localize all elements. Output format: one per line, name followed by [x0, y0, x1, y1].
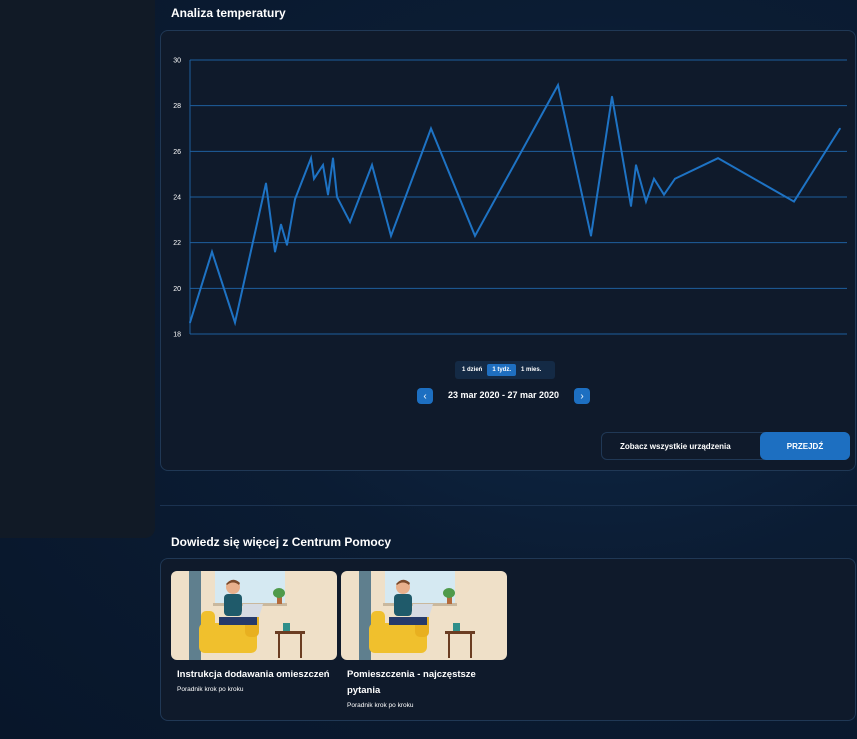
data-point [430, 127, 432, 130]
y-tick-label: 20 [173, 286, 181, 293]
range-day-button[interactable]: 1 dzień [457, 364, 487, 376]
help-center-card: Instrukcja dodawania omieszczeń Poradnik… [160, 558, 856, 721]
temperature-card: 30 28 26 24 22 20 18 1 dzień 1 tydz. 1 mies. ‹… [160, 30, 856, 471]
article-title: Instrukcja dodawania omieszczeń [177, 669, 330, 680]
all-devices-bar: Zobacz wszystkie urządzenia PRZEJDŹ [601, 432, 850, 460]
date-range-label: 23 mar 2020 - 27 mar 2020 [447, 390, 560, 400]
section-divider [160, 505, 857, 506]
data-point [313, 177, 315, 180]
previous-period-button[interactable]: ‹ [417, 388, 433, 404]
data-point [653, 177, 655, 180]
help-article-card[interactable]: Pomieszczenia - najczęstsze pytania Pora… [341, 571, 507, 709]
all-devices-label: Zobacz wszystkie urządzenia [620, 442, 731, 451]
data-point [234, 321, 236, 324]
data-point [611, 95, 613, 98]
help-article-card[interactable]: Instrukcja dodawania omieszczeń Poradnik… [171, 571, 337, 693]
data-point [211, 251, 213, 253]
data-point [630, 205, 632, 207]
temperature-chart: 30 28 26 24 22 20 18 [173, 58, 847, 339]
y-tick-label: 18 [173, 332, 181, 339]
data-point [371, 164, 373, 166]
sidebar [0, 0, 155, 538]
data-point [557, 84, 559, 86]
data-point [717, 157, 719, 159]
range-month-button[interactable]: 1 mies. [516, 364, 546, 376]
data-point [349, 221, 351, 223]
next-period-button[interactable]: › [574, 388, 590, 404]
data-point [645, 200, 647, 203]
article-thumbnail [171, 571, 337, 660]
data-point [327, 193, 329, 196]
data-point [189, 321, 191, 324]
range-week-button[interactable]: 1 tydz. [487, 364, 517, 376]
data-point [265, 182, 267, 185]
data-point [474, 235, 476, 237]
data-point [322, 164, 324, 166]
data-point [674, 177, 676, 180]
article-thumbnail [341, 571, 507, 660]
y-tick-label: 24 [173, 195, 181, 202]
data-point [839, 127, 841, 130]
data-point [390, 235, 392, 237]
data-point [663, 193, 665, 196]
chevron-right-icon: › [580, 390, 584, 402]
data-point [310, 157, 312, 159]
data-point [590, 235, 592, 237]
data-point [332, 157, 334, 159]
go-button[interactable]: PRZEJDŹ [760, 432, 850, 460]
temperature-series-line [189, 82, 841, 327]
article-title: Pomieszczenia - najczęstsze pytania [347, 669, 476, 696]
data-point [280, 223, 282, 226]
help-section-title: Dowiedz się więcej z Centrum Pomocy [171, 535, 392, 549]
data-point [274, 251, 276, 253]
y-tick-label: 22 [173, 240, 181, 247]
data-point [336, 196, 338, 198]
data-point [294, 198, 296, 201]
range-selector: 1 dzień 1 tydz. 1 mies. [455, 361, 555, 379]
y-tick-label: 26 [173, 149, 181, 156]
article-subtitle: Poradnik krok po kroku [177, 686, 244, 693]
data-point [635, 164, 637, 166]
data-point [793, 200, 795, 203]
temperature-section-title: Analiza temperatury [171, 6, 286, 20]
chevron-left-icon: ‹ [423, 390, 427, 402]
y-tick-label: 28 [173, 103, 181, 110]
y-tick-label: 30 [173, 58, 181, 65]
data-point [286, 244, 288, 246]
article-subtitle: Poradnik krok po kroku [347, 702, 414, 709]
